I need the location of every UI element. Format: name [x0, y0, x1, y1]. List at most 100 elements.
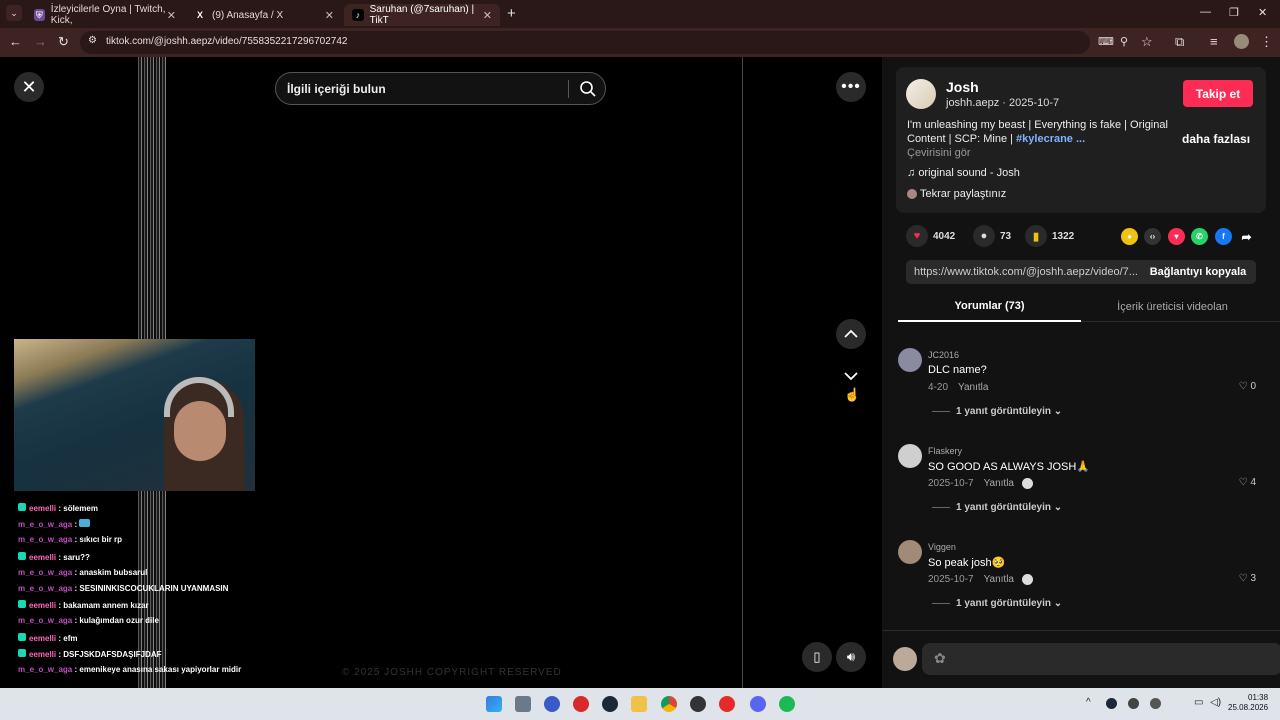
site-info-icon[interactable]: ⚙ — [88, 35, 97, 46]
zoom-icon[interactable]: ⚲ — [1120, 35, 1128, 48]
commenter-name[interactable]: Viggen — [928, 542, 956, 552]
comment-button[interactable]: ● 73 — [973, 225, 1011, 247]
webcam-overlay — [14, 339, 255, 491]
close-tab-icon[interactable]: ✕ — [483, 9, 492, 22]
chat-badge-icon — [18, 551, 26, 560]
tray-discord-icon[interactable] — [1128, 698, 1139, 709]
minimize-icon[interactable]: — — [1200, 6, 1211, 18]
like-button[interactable]: ♥ 4042 — [906, 225, 955, 247]
tray-clock[interactable]: 01:38 25.08.2026 — [1228, 693, 1268, 713]
copy-link-button[interactable]: Bağlantıyı kopyala — [1140, 260, 1256, 284]
more-options-button[interactable]: ••• — [836, 72, 866, 102]
mouse-cursor-icon: ☝ — [844, 387, 861, 402]
extensions-icon[interactable]: ⧉ — [1175, 34, 1184, 50]
embed-icon[interactable]: ‹› — [1144, 228, 1161, 245]
heart-outline-icon: ♡ — [1238, 573, 1251, 584]
tab-twitch[interactable]: ⛨ İzleyicilerle Oyna | Twitch, Kick, ✕ — [26, 4, 184, 26]
share-arrow-icon[interactable]: ➦ — [1238, 228, 1255, 245]
chrome-icon[interactable] — [661, 696, 677, 712]
search-input[interactable]: İlgili içeriği bulun — [287, 82, 386, 96]
author-handle[interactable]: joshh.aepz · 2025-10-7 — [946, 97, 1059, 109]
commenter-avatar[interactable] — [898, 540, 922, 564]
translate-link[interactable]: Çevirisini gör — [907, 147, 971, 159]
network-icon[interactable]: ▭ — [1194, 697, 1203, 708]
start-icon[interactable] — [486, 696, 502, 712]
back-icon[interactable]: ← — [9, 34, 22, 49]
translate-icon[interactable]: ⌨ — [1098, 35, 1114, 48]
reload-icon[interactable]: ↻ — [58, 34, 69, 50]
spotify-icon[interactable] — [779, 696, 795, 712]
hashtag-link[interactable]: #kylecrane ... — [1016, 133, 1085, 145]
discord-icon[interactable] — [750, 696, 766, 712]
comment-like-button[interactable]: ♡ 4 — [1239, 477, 1256, 488]
chat-user: eemelli — [29, 633, 57, 643]
comment-input[interactable]: ✿ — [922, 643, 1280, 675]
tab-tiktok[interactable]: ♪ Saruhan (@7saruhan) | TikT ✕ — [344, 4, 500, 26]
tab-comments[interactable]: Yorumlar (73) — [898, 291, 1081, 322]
previous-video-button[interactable] — [836, 319, 866, 349]
tray-chevron-icon[interactable]: ^ — [1086, 697, 1091, 708]
menu-icon[interactable]: ⋮ — [1260, 34, 1273, 50]
comment-meta: 2025-10-7 Yanıtla — [928, 478, 1033, 489]
follow-button[interactable]: Takip et — [1183, 80, 1253, 107]
search-bar[interactable]: İlgili içeriği bulun — [275, 72, 606, 105]
whatsapp-icon[interactable]: ✆ — [1191, 228, 1208, 245]
view-replies-button[interactable]: 1 yanıt görüntüleyin ⌄ — [932, 598, 1062, 609]
chat-line: m_e_o_w_aga : sıkıcı bir rp — [18, 535, 123, 545]
chat-message: efm — [63, 633, 78, 643]
commenter-avatar[interactable] — [898, 444, 922, 468]
file-explorer-icon[interactable] — [631, 696, 647, 712]
new-tab-button[interactable]: + — [507, 5, 516, 22]
heart-outline-icon: ♡ — [1238, 477, 1251, 488]
tab-list-icon[interactable]: ⌄ — [6, 5, 22, 21]
view-replies-label: 1 yanıt görüntüleyin — [956, 502, 1052, 513]
chat-user: eemelli — [29, 601, 57, 611]
app-icon-2[interactable] — [573, 696, 589, 712]
bookmark-star-icon[interactable]: ☆ — [1141, 34, 1153, 50]
close-window-icon[interactable]: ✕ — [1258, 6, 1267, 19]
close-video-button[interactable]: ✕ — [14, 72, 44, 102]
widgets-icon[interactable] — [515, 696, 531, 712]
profile-avatar[interactable] — [1234, 34, 1249, 49]
comment-like-button[interactable]: ♡ 3 — [1239, 573, 1256, 584]
tray-steam-icon[interactable] — [1106, 698, 1117, 709]
volume-button[interactable]: 🔊︎ — [836, 642, 866, 672]
reading-list-icon[interactable]: ≡ — [1210, 34, 1218, 49]
close-tab-icon[interactable]: ✕ — [325, 9, 334, 22]
device-switch-button[interactable]: ▯ — [802, 642, 832, 672]
maximize-icon[interactable]: ❐ — [1229, 6, 1239, 19]
tab-x[interactable]: X (9) Anasayfa / X ✕ — [186, 4, 342, 26]
send-to-friends-icon[interactable]: ▾ — [1168, 228, 1185, 245]
app-icon-1[interactable] — [544, 696, 560, 712]
author-avatar[interactable] — [906, 79, 936, 109]
close-tab-icon[interactable]: ✕ — [167, 9, 176, 22]
url-field[interactable]: ⚙ tiktok.com/@joshh.aepz/video/755835221… — [80, 31, 1114, 54]
commenter-avatar[interactable] — [898, 348, 922, 372]
youtube-music-icon[interactable] — [719, 696, 735, 712]
comment-like-button[interactable]: ♡ 0 — [1239, 381, 1256, 392]
tab-creator-videos[interactable]: İçerik üreticisi videolan — [1081, 291, 1264, 322]
author-name[interactable]: Josh — [946, 79, 979, 95]
obs-icon[interactable] — [690, 696, 706, 712]
steam-icon[interactable] — [602, 696, 618, 712]
commenter-name[interactable]: Flaskery — [928, 446, 962, 456]
show-more-link[interactable]: daha fazlası — [1182, 132, 1250, 146]
save-button[interactable]: ▮ 1322 — [1025, 225, 1074, 247]
view-replies-button[interactable]: 1 yanıt görüntüleyin ⌄ — [932, 406, 1062, 417]
reply-button[interactable]: Yanıtla — [984, 574, 1014, 585]
forward-icon[interactable]: → — [34, 34, 47, 49]
sticker-icon[interactable]: ✿ — [934, 650, 946, 667]
x-logo-icon: X — [196, 10, 203, 20]
view-replies-button[interactable]: 1 yanıt görüntüleyin ⌄ — [932, 502, 1062, 513]
facebook-icon[interactable]: f — [1215, 228, 1232, 245]
tray-app-icon[interactable] — [1150, 698, 1161, 709]
chevron-down-icon — [844, 372, 858, 381]
reply-button[interactable]: Yanıtla — [984, 478, 1014, 489]
search-icon[interactable] — [578, 79, 598, 99]
volume-tray-icon[interactable]: ◁) — [1210, 697, 1221, 708]
music-link[interactable]: ♫ original sound - Josh — [907, 167, 1020, 179]
reply-button[interactable]: Yanıtla — [958, 382, 988, 393]
share-link-url[interactable]: https://www.tiktok.com/@joshh.aepz/video… — [914, 266, 1139, 278]
coin-share-icon[interactable]: ● — [1121, 228, 1138, 245]
commenter-name[interactable]: JC2016 — [928, 350, 959, 360]
